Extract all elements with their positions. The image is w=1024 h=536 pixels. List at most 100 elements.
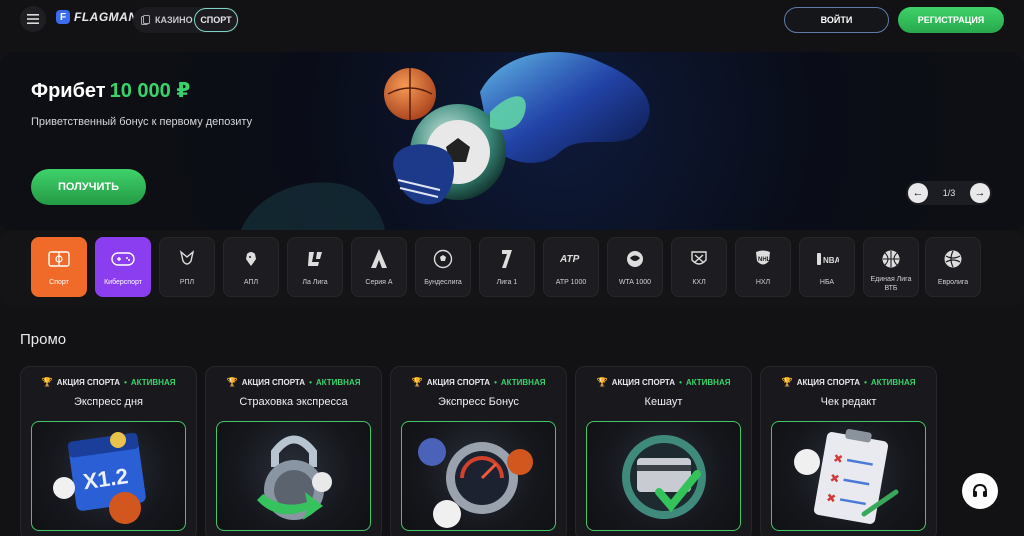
category-label: ATP 1000 <box>555 279 587 286</box>
vtb-league-icon <box>882 250 900 268</box>
nba-icon: NBA <box>817 253 839 265</box>
pager-counter: 1/3 <box>942 188 956 198</box>
status-dot-icon: • <box>124 378 127 387</box>
serie-a-icon <box>371 249 387 268</box>
flagman-logo[interactable]: F FLAGMAN <box>56 10 138 24</box>
promo-card-express-insurance[interactable]: 🏆 АКЦИЯ СПОРТА • АКТИВНАЯ Страховка эксп… <box>205 366 382 536</box>
promo-status: АКТИВНАЯ <box>130 378 176 387</box>
category-label: НБА <box>819 279 835 286</box>
category-laliga[interactable]: Ла Лига <box>287 237 343 297</box>
support-chat-button[interactable] <box>962 473 998 509</box>
khl-icon <box>691 251 707 265</box>
padlock-art <box>257 435 332 520</box>
mode-switch: КАЗИНО СПОРТ <box>133 7 239 33</box>
category-serie-a[interactable]: Серия А <box>351 237 407 297</box>
speedometer-art <box>418 438 533 528</box>
promo-status: АКТИВНАЯ <box>870 378 916 387</box>
status-dot-icon: • <box>494 378 497 387</box>
register-button[interactable]: РЕГИСТРАЦИЯ <box>898 7 1004 33</box>
trophy-icon: 🏆 <box>41 377 53 387</box>
category-euroleague[interactable]: Евролига <box>925 237 981 297</box>
promo-name: Экспресс Бонус <box>438 396 519 408</box>
login-button[interactable]: ВОЙТИ <box>784 7 889 33</box>
get-bonus-button[interactable]: ПОЛУЧИТЬ <box>31 169 146 205</box>
promo-name: Чек редакт <box>820 396 877 408</box>
promo-tag-row: 🏆 АКЦИЯ СПОРТА • АКТИВНАЯ <box>761 377 936 388</box>
promo-image <box>401 421 556 531</box>
category-bundesliga[interactable]: Бундеслига <box>415 237 471 297</box>
soccer-field-icon <box>48 251 70 267</box>
premier-league-lion-icon <box>246 252 256 266</box>
rpl-icon <box>179 250 195 265</box>
promo-image: X1.2 <box>31 421 186 531</box>
category-vtb[interactable]: Единая Лига ВТБ <box>863 237 919 297</box>
category-atp[interactable]: ATP ATP 1000 <box>543 237 599 297</box>
category-wta[interactable]: WTA 1000 <box>607 237 663 297</box>
category-label: Спорт <box>49 279 69 286</box>
headset-icon <box>973 483 987 497</box>
promo-kind: АКЦИЯ СПОРТА <box>241 378 306 387</box>
menu-button[interactable] <box>20 6 46 32</box>
promo-name: Страховка экспресса <box>239 396 348 408</box>
hamburger-icon <box>27 14 39 24</box>
sport-tab[interactable]: СПОРТ <box>194 8 238 32</box>
category-ligue1[interactable]: Лига 1 <box>479 237 535 297</box>
gamepad-icon <box>111 252 135 266</box>
hero-banner[interactable]: Фрибет 10 000 ₽ Приветственный бонус к пе… <box>0 52 1024 232</box>
promo-kind: АКЦИЯ СПОРТА <box>426 378 491 387</box>
category-label: Бундеслига <box>424 279 462 286</box>
category-label: РПЛ <box>179 279 195 286</box>
category-label: Единая Лига ВТБ <box>870 276 912 292</box>
promo-name: Кешаут <box>644 396 683 408</box>
category-apl[interactable]: АПЛ <box>223 237 279 297</box>
promo-card-bet-edit[interactable]: 🏆 АКЦИЯ СПОРТА • АКТИВНАЯ Чек редакт <box>760 366 937 536</box>
promo-card-express-day[interactable]: 🏆 АКЦИЯ СПОРТА • АКТИВНАЯ Экспресс дня X… <box>20 366 197 536</box>
category-label: WTA 1000 <box>618 279 652 286</box>
category-rpl[interactable]: РПЛ <box>159 237 215 297</box>
logo-text: FLAGMAN <box>74 10 138 24</box>
category-label: НХЛ <box>755 279 771 286</box>
casino-tab[interactable]: КАЗИНО <box>133 15 193 25</box>
status-dot-icon: • <box>679 378 682 387</box>
atp-tour-icon: ATP <box>559 254 580 265</box>
promo-card-express-bonus[interactable]: 🏆 АКЦИЯ СПОРТА • АКТИВНАЯ Экспресс Бонус <box>390 366 567 536</box>
promo-image <box>771 421 926 531</box>
svg-text:NBA: NBA <box>823 256 839 265</box>
category-label: Киберспорт <box>104 279 142 286</box>
category-khl[interactable]: КХЛ <box>671 237 727 297</box>
category-nba[interactable]: NBA НБА <box>799 237 855 297</box>
cards-icon <box>141 15 150 25</box>
clipboard-art <box>794 428 899 524</box>
status-dot-icon: • <box>864 378 867 387</box>
promo-card-cashout[interactable]: 🏆 АКЦИЯ СПОРТА • АКТИВНАЯ Кешаут <box>575 366 752 536</box>
promo-status: АКТИВНАЯ <box>500 378 546 387</box>
hero-title-text: Фрибет <box>31 80 106 102</box>
trophy-icon: 🏆 <box>596 377 608 387</box>
promo-kind: АКЦИЯ СПОРТА <box>56 378 121 387</box>
category-label: КХЛ <box>692 279 706 286</box>
trophy-icon: 🏆 <box>226 377 238 387</box>
promo-tag-row: 🏆 АКЦИЯ СПОРТА • АКТИВНАЯ <box>21 377 196 388</box>
calendar-x12-art: X1.2 <box>53 432 146 524</box>
promo-status: АКТИВНАЯ <box>315 378 361 387</box>
hero-amount: 10 000 ₽ <box>109 80 191 102</box>
laliga-icon <box>308 252 322 266</box>
category-label: Ла Лига <box>302 279 328 286</box>
promo-tag-row: 🏆 АКЦИЯ СПОРТА • АКТИВНАЯ <box>206 377 381 388</box>
promo-kind: АКЦИЯ СПОРТА <box>611 378 676 387</box>
status-dot-icon: • <box>309 378 312 387</box>
soccer-ball-icon <box>433 249 453 269</box>
promo-section-title: Промо <box>20 331 67 348</box>
promo-kind: АКЦИЯ СПОРТА <box>796 378 861 387</box>
category-label: Евролига <box>937 279 969 286</box>
category-esport[interactable]: Киберспорт <box>95 237 151 297</box>
promo-status: АКТИВНАЯ <box>685 378 731 387</box>
next-arrow-icon[interactable]: → <box>969 183 990 203</box>
category-nhl[interactable]: NHL НХЛ <box>735 237 791 297</box>
category-label: Серия А <box>365 279 393 286</box>
hero-pager: ← 1/3 → <box>906 181 992 205</box>
prev-arrow-icon[interactable]: ← <box>908 183 928 203</box>
category-sport[interactable]: Спорт <box>31 237 87 297</box>
trophy-icon: 🏆 <box>781 377 793 387</box>
promo-tag-row: 🏆 АКЦИЯ СПОРТА • АКТИВНАЯ <box>576 377 751 388</box>
